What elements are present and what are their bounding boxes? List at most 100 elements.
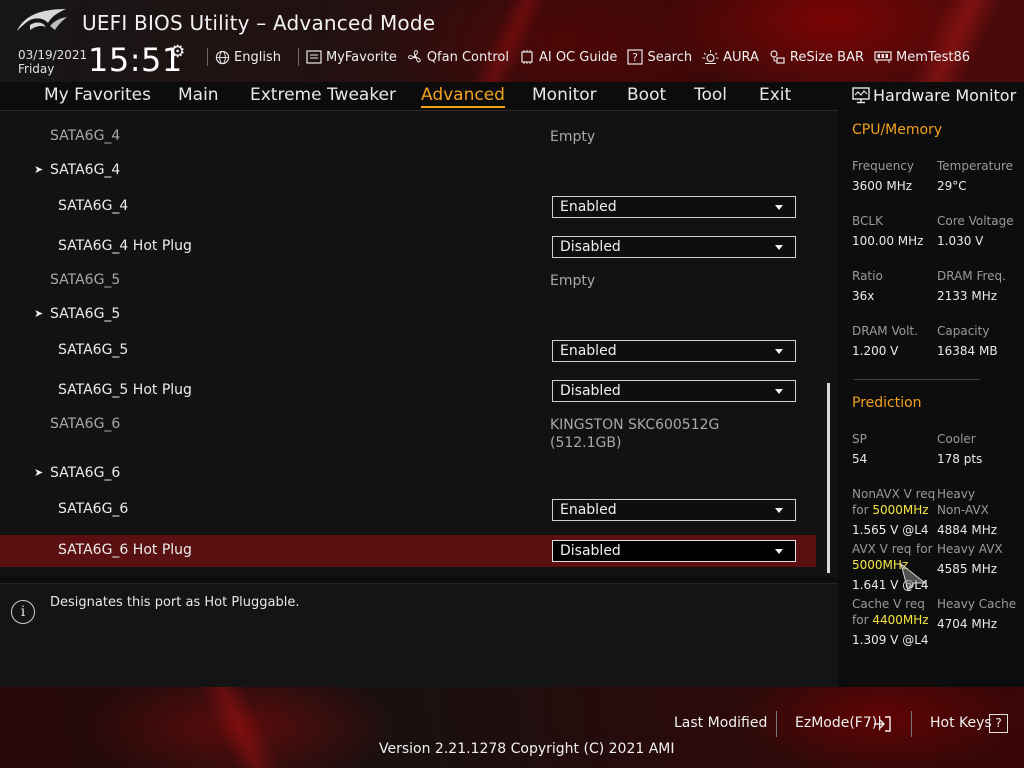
hardware-monitor-panel: Hardware Monitor CPU/Memory Frequency 36… — [844, 82, 1024, 687]
capacity-value: 16384 MB — [937, 344, 998, 358]
hot-plug-select[interactable]: Disabled — [552, 236, 796, 258]
submenu-row[interactable]: ➤ SATA6G_5 — [0, 301, 816, 325]
submenu-label: SATA6G_5 — [50, 306, 121, 322]
cache-vreq-label: Cache V req — [852, 597, 925, 611]
port-enable-select[interactable]: Enabled — [552, 196, 796, 218]
version-text: Version 2.21.1278 Copyright (C) 2021 AMI — [379, 741, 675, 757]
temperature-label: Temperature — [937, 159, 1014, 173]
qfan-control-button[interactable]: Qfan Control — [407, 49, 509, 65]
tab-tool[interactable]: Tool — [694, 85, 727, 105]
dram-volt-label: DRAM Volt. — [852, 324, 918, 338]
bclk-label: BCLK — [852, 214, 883, 228]
setting-row[interactable]: SATA6G_6 Enabled — [0, 496, 816, 524]
help-question-icon[interactable]: ? — [989, 714, 1008, 733]
exit-arrow-icon[interactable] — [873, 716, 891, 732]
hardware-monitor-title: Hardware Monitor — [873, 86, 1017, 105]
header-decoration — [430, 0, 590, 82]
last-modified-button[interactable]: Last Modified — [674, 715, 767, 731]
dram-freq-value: 2133 MHz — [937, 289, 998, 303]
search-label: Search — [647, 49, 693, 65]
ai-oc-guide-button[interactable]: AI OC Guide — [519, 49, 617, 65]
avx-vreq-label: AVX V req — [852, 542, 912, 556]
tab-boot[interactable]: Boot — [627, 85, 666, 105]
scrollbar[interactable] — [827, 383, 830, 573]
submenu-row[interactable]: ➤ SATA6G_6 — [0, 460, 816, 484]
chevron-down-icon — [775, 389, 783, 394]
port-info-label: SATA6G_6 — [50, 416, 121, 432]
tab-extreme-tweaker[interactable]: Extreme Tweaker — [250, 85, 396, 105]
chip-icon — [521, 50, 533, 64]
avx-for-label: for — [916, 542, 933, 556]
settings-panel: SATA6G_4 Empty ➤ SATA6G_4 SATA6G_4 Enabl… — [0, 111, 838, 577]
heavy-nonavx-label2: Non-AVX — [937, 503, 989, 517]
help-text: Designates this port as Hot Pluggable. — [50, 595, 300, 610]
nonavx-freq: 5000MHz — [872, 503, 929, 517]
aura-icon — [702, 50, 719, 64]
cooler-label: Cooler — [937, 432, 976, 446]
tab-monitor[interactable]: Monitor — [532, 85, 597, 105]
cache-freq: 4400MHz — [872, 613, 929, 627]
cooler-value: 178 pts — [937, 452, 983, 466]
gear-icon[interactable]: ⚙ — [170, 42, 185, 62]
capacity-label: Capacity — [937, 324, 990, 338]
aura-button[interactable]: AURA — [702, 49, 759, 65]
app-title: UEFI BIOS Utility – Advanced Mode — [82, 11, 436, 35]
nonavx-vreq-label: NonAVX V req — [852, 487, 936, 501]
heavy-cache-value: 4704 MHz — [937, 617, 998, 631]
setting-row[interactable]: SATA6G_4 Hot Plug Disabled — [0, 233, 816, 261]
memtest86-button[interactable]: MemTest86 — [874, 50, 970, 65]
setting-row-selected[interactable]: SATA6G_6 Hot Plug Disabled — [0, 535, 816, 567]
tab-exit[interactable]: Exit — [759, 85, 791, 105]
ratio-value: 36x — [852, 289, 875, 303]
submenu-label: SATA6G_4 — [50, 162, 121, 178]
qfan-control-label: Qfan Control — [426, 49, 509, 65]
tab-main[interactable]: Main — [178, 85, 219, 105]
frequency-label: Frequency — [852, 159, 914, 173]
footer-decoration — [140, 687, 340, 768]
resize-bar-button[interactable]: ReSize BAR — [769, 49, 864, 65]
setting-row[interactable]: SATA6G_5 Hot Plug Disabled — [0, 377, 816, 405]
header-bar: UEFI BIOS Utility – Advanced Mode 03/19/… — [0, 0, 1024, 82]
prediction-heading: Prediction — [852, 395, 922, 411]
heavy-avx-label: Heavy AVX — [937, 542, 1003, 556]
hot-plug-select[interactable]: Disabled — [552, 380, 796, 402]
language-button[interactable]: English — [215, 50, 281, 65]
aura-label: AURA — [723, 49, 759, 65]
nonavx-vreq-value: 1.565 V @L4 — [852, 523, 929, 537]
toolbar-separator — [207, 48, 208, 66]
hardware-monitor-header: Hardware Monitor — [844, 82, 1024, 110]
myfavorite-label: MyFavorite — [325, 49, 397, 65]
section-divider — [854, 379, 980, 380]
temperature-value: 29°C — [937, 179, 967, 193]
nonavx-for-row: for 5000MHz — [852, 502, 929, 518]
day-label: Friday — [18, 62, 55, 76]
setting-row[interactable]: SATA6G_4 Enabled — [0, 193, 816, 221]
myfavorite-button[interactable]: MyFavorite — [306, 50, 397, 65]
for-label: for — [852, 503, 869, 517]
port-enable-select[interactable]: Enabled — [552, 499, 796, 521]
port-info-label: SATA6G_5 — [50, 272, 121, 288]
submenu-row[interactable]: ➤ SATA6G_4 — [0, 157, 816, 181]
port-enable-select[interactable]: Enabled — [552, 340, 796, 362]
tab-advanced[interactable]: Advanced — [421, 85, 505, 108]
dram-freq-label: DRAM Freq. — [937, 269, 1006, 283]
toolbar-separator — [297, 48, 299, 66]
core-voltage-value: 1.030 V — [937, 234, 984, 248]
port-info-row: SATA6G_6 KINGSTON SKC600512G (512.1GB) — [0, 411, 816, 455]
search-button[interactable]: ? Search — [627, 49, 692, 65]
setting-label: SATA6G_5 — [58, 342, 129, 358]
ezmode-button[interactable]: EzMode(F7)| — [795, 715, 882, 731]
hot-keys-button[interactable]: Hot Keys — [930, 715, 992, 731]
toolbar: English MyFavorite Qfan Control AI OC Gu… — [200, 46, 980, 68]
setting-label: SATA6G_4 — [58, 198, 129, 214]
info-icon: i — [11, 600, 35, 624]
select-value: Enabled — [560, 199, 617, 215]
mouse-cursor-icon — [900, 562, 927, 591]
tab-my-favorites[interactable]: My Favorites — [44, 85, 151, 105]
setting-row[interactable]: SATA6G_5 Enabled — [0, 337, 816, 365]
setting-label: SATA6G_6 — [58, 501, 129, 517]
cache-for-row: for 4400MHz — [852, 612, 929, 628]
cpu-memory-heading: CPU/Memory — [852, 122, 943, 138]
setting-label: SATA6G_6 Hot Plug — [58, 542, 192, 558]
hot-plug-select[interactable]: Disabled — [552, 540, 796, 562]
